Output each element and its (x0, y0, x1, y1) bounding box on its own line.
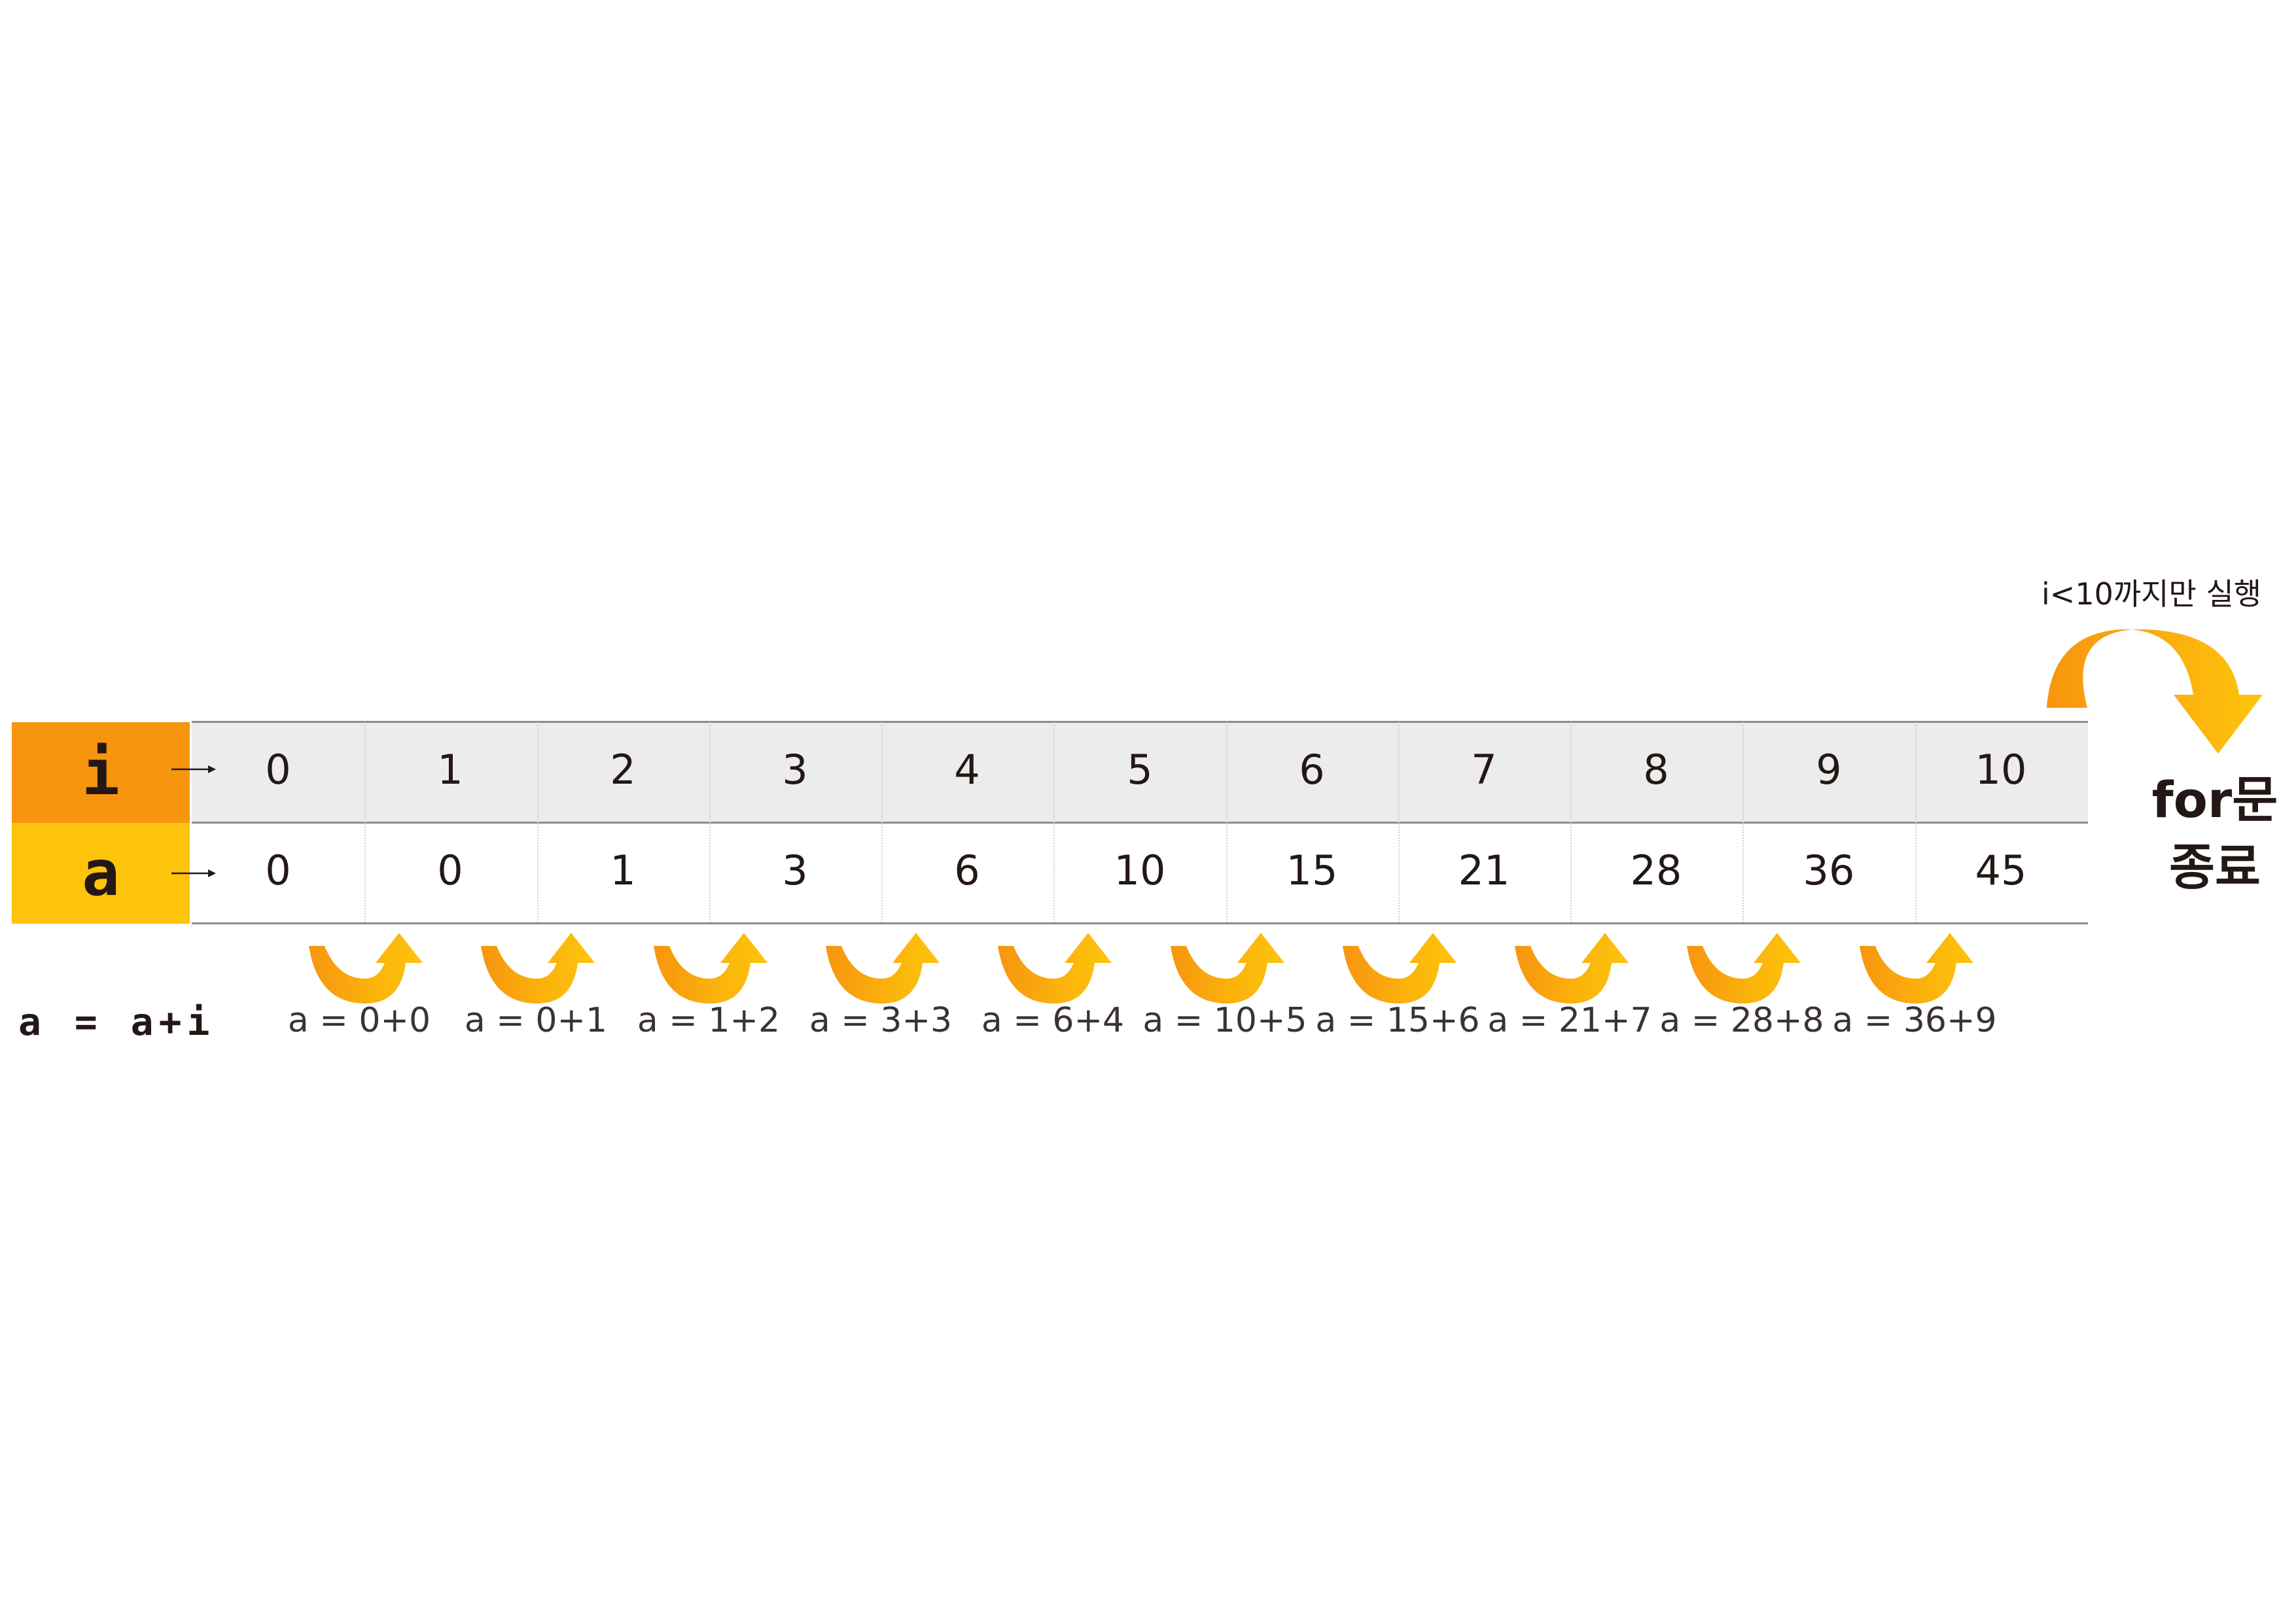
formula-label: a = a+i (18, 1000, 215, 1044)
for-end-label-line1: for문 (2151, 771, 2278, 829)
curved-up-arrow-icon (1860, 933, 1973, 1003)
step-formula: a = 3+3 (809, 1001, 953, 1040)
curved-up-arrow-icon (309, 933, 423, 1003)
step-formula: a = 28+8 (1659, 1001, 1824, 1040)
step-formula: a = 15+6 (1315, 1001, 1480, 1040)
curved-up-arrow-icon (654, 933, 768, 1003)
curved-up-arrow-icon (481, 933, 595, 1003)
curved-up-arrow-icon (1343, 933, 1457, 1003)
step-arrows-layer (309, 629, 2263, 1003)
curved-down-arrow-icon (2047, 629, 2263, 754)
curved-up-arrow-icon (998, 933, 1112, 1003)
step-formula: a = 6+4 (981, 1001, 1125, 1040)
curved-up-arrow-icon (826, 933, 940, 1003)
curved-up-arrow-icon (1515, 933, 1629, 1003)
step-formula: a = 0+0 (287, 1001, 431, 1040)
curved-up-arrow-icon (1687, 933, 1801, 1003)
step-formula: a = 10+5 (1142, 1001, 1307, 1040)
step-formula: a = 21+7 (1487, 1001, 1652, 1040)
curved-up-arrow-icon (1171, 933, 1284, 1003)
for-loop-diagram: i a 0 1 2 3 4 5 6 7 8 9 10 0 0 1 3 6 10 … (0, 0, 2296, 1623)
step-formula: a = 1+2 (637, 1001, 781, 1040)
for-end-label-line2: 종료 (2169, 838, 2261, 896)
step-formula: a = 36+9 (1832, 1001, 1997, 1040)
step-formula: a = 0+1 (464, 1001, 608, 1040)
loop-condition-note: i<10까지만 실행 (2041, 576, 2262, 612)
